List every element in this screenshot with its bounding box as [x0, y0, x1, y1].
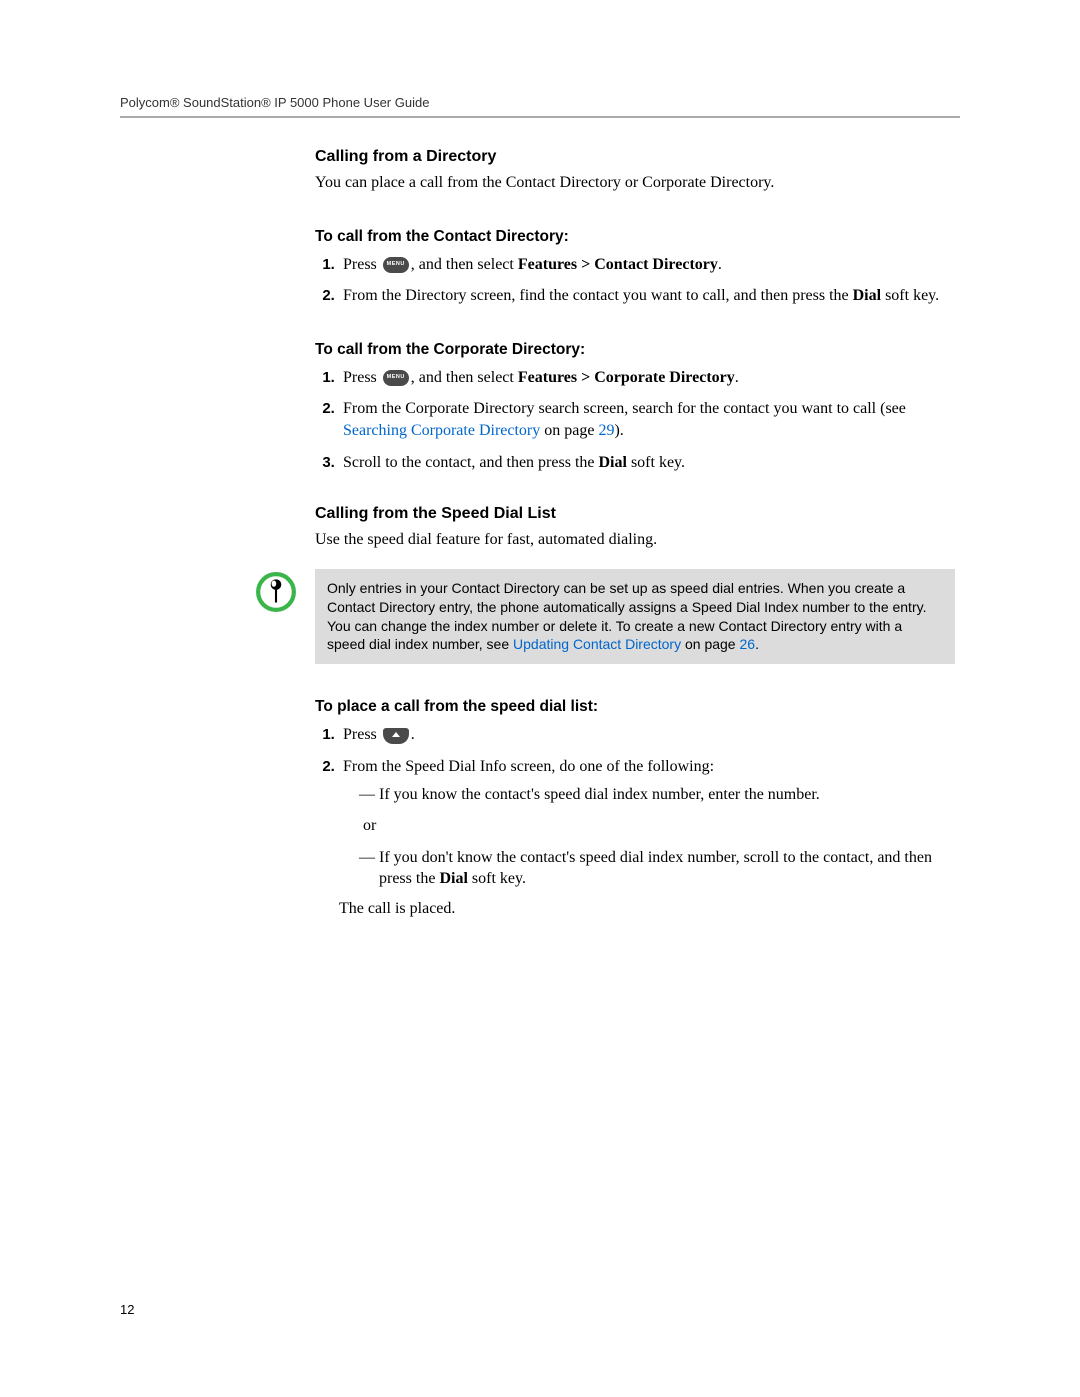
content-column: Calling from a Directory You can place a…: [315, 148, 955, 918]
menu-button-label: MENU: [387, 261, 405, 268]
cross-reference-link[interactable]: Searching Corporate Directory: [343, 422, 540, 439]
page-link[interactable]: 26: [739, 636, 755, 652]
text: From the Speed Dial Info screen, do one …: [343, 758, 714, 775]
step: Press .: [339, 724, 955, 746]
step: Scroll to the contact, and then press th…: [339, 452, 955, 474]
page-number: 12: [120, 1302, 134, 1317]
text: soft key.: [468, 870, 526, 887]
pushpin-icon: [255, 571, 297, 613]
text: on page: [540, 422, 598, 439]
body-text: You can place a call from the Contact Di…: [315, 172, 955, 194]
note-text: on page: [681, 636, 739, 652]
steps-list: Press MENU , and then select Features > C…: [315, 367, 955, 473]
option: If you don't know the contact's speed di…: [363, 847, 955, 890]
page: Polycom® SoundStation® IP 5000 Phone Use…: [0, 0, 1080, 1397]
step: From the Directory screen, find the cont…: [339, 285, 955, 307]
step: Press MENU , and then select Features > C…: [339, 254, 955, 276]
note-block: Only entries in your Contact Directory c…: [255, 569, 955, 665]
note-text: .: [755, 636, 759, 652]
steps-list: Press MENU , and then select Features > C…: [315, 254, 955, 307]
text: .: [718, 256, 722, 273]
text: , and then select: [411, 369, 518, 386]
text: ).: [614, 422, 623, 439]
softkey-name: Dial: [853, 287, 881, 304]
text: Press: [343, 369, 381, 386]
or-separator: or: [363, 815, 955, 837]
menu-button-label: MENU: [387, 374, 405, 381]
text: From the Corporate Directory search scre…: [343, 400, 906, 417]
text: Press: [343, 256, 381, 273]
heading-place-speed-dial: To place a call from the speed dial list…: [315, 698, 955, 716]
text: soft key.: [881, 287, 939, 304]
option: If you know the contact's speed dial ind…: [363, 784, 955, 806]
text: From the Directory screen, find the cont…: [343, 287, 853, 304]
text: soft key.: [627, 454, 685, 471]
menu-path: Features > Corporate Directory: [518, 369, 735, 386]
heading-corporate-directory: To call from the Corporate Directory:: [315, 341, 955, 359]
menu-button-icon: MENU: [383, 257, 409, 273]
text: Press: [343, 726, 381, 743]
text: , and then select: [411, 256, 518, 273]
menu-path: Features > Contact Directory: [518, 256, 718, 273]
text: Scroll to the contact, and then press th…: [343, 454, 598, 471]
closing-text: The call is placed.: [339, 900, 955, 918]
heading-contact-directory: To call from the Contact Directory:: [315, 228, 955, 246]
sub-options: If you know the contact's speed dial ind…: [343, 784, 955, 890]
heading-speed-dial: Calling from the Speed Dial List: [315, 505, 955, 523]
step: From the Corporate Directory search scre…: [339, 398, 955, 441]
text: .: [411, 726, 415, 743]
running-header: Polycom® SoundStation® IP 5000 Phone Use…: [120, 95, 960, 110]
steps-list: Press . From the Speed Dial Info screen,…: [315, 724, 955, 890]
text: .: [735, 369, 739, 386]
page-link[interactable]: 29: [598, 422, 614, 439]
up-arrow-key-icon: [383, 728, 409, 744]
step: From the Speed Dial Info screen, do one …: [339, 756, 955, 890]
body-text: Use the speed dial feature for fast, aut…: [315, 529, 955, 551]
cross-reference-link[interactable]: Updating Contact Directory: [513, 636, 681, 652]
softkey-name: Dial: [439, 870, 467, 887]
heading-calling-from-directory: Calling from a Directory: [315, 148, 955, 166]
step: Press MENU , and then select Features > C…: [339, 367, 955, 389]
menu-button-icon: MENU: [383, 370, 409, 386]
softkey-name: Dial: [598, 454, 626, 471]
note-box: Only entries in your Contact Directory c…: [315, 569, 955, 665]
header-rule: [120, 116, 960, 118]
